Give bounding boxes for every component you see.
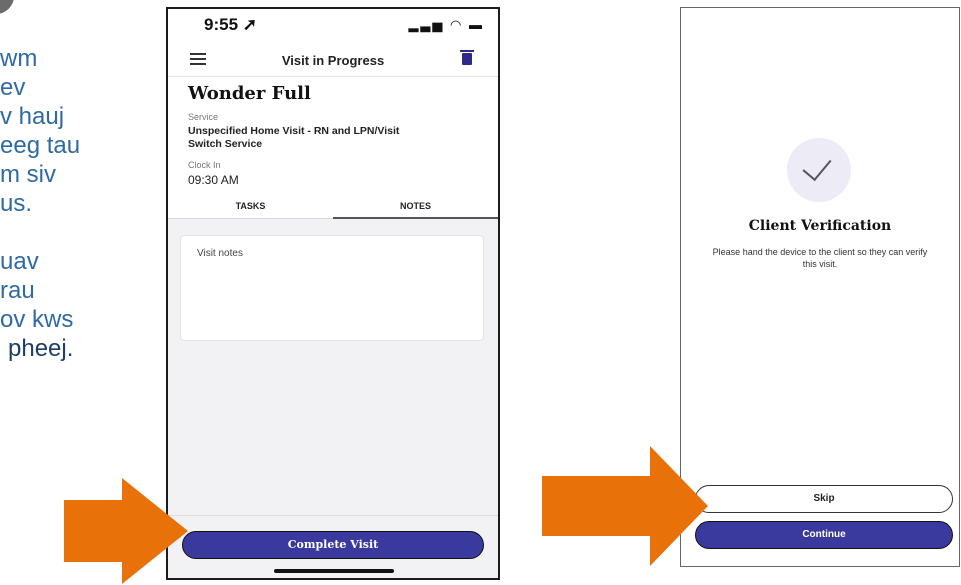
status-time: 9:55 ➚: [204, 15, 257, 34]
visit-notes-placeholder: Visit notes: [197, 248, 243, 259]
switch-service-link[interactable]: Switch Service: [188, 138, 488, 151]
slide-line: eeg tau: [0, 132, 81, 159]
arrow-right-icon: [64, 478, 188, 584]
arrow-right-icon: [542, 446, 708, 566]
home-indicator: [274, 569, 394, 573]
slide-line: rau: [0, 277, 35, 304]
trash-icon[interactable]: [460, 50, 474, 65]
verification-description: Please hand the device to the client so …: [712, 247, 928, 269]
clock-in-value: 09:30 AM: [188, 173, 239, 187]
tab-tasks[interactable]: TASKS: [168, 201, 333, 211]
phone-client-verification: Client Verification Please hand the devi…: [680, 7, 960, 567]
corner-dot: [0, 0, 14, 14]
slide-line: v hauj: [0, 103, 65, 130]
service-value: Unspecified Home Visit - RN and LPN/Visi…: [188, 125, 488, 151]
slide-line: m siv: [0, 161, 56, 188]
phone-visit-in-progress: 9:55 ➚ ▂▃▅ ◠ ▬ Visit in Progress Wonder …: [166, 7, 500, 580]
slide-line: us.: [0, 190, 33, 217]
slide-line-last: pheej.: [8, 335, 74, 362]
skip-button[interactable]: Skip: [695, 485, 953, 513]
visit-notes-input[interactable]: Visit notes: [180, 235, 484, 341]
continue-button[interactable]: Continue: [695, 521, 953, 549]
service-label: Service: [188, 112, 219, 122]
slide-line: wm: [0, 45, 38, 72]
checkmark-icon: [787, 138, 851, 202]
service-name: Unspecified Home Visit - RN and LPN/Visi…: [188, 125, 400, 137]
clock-in-label: Clock In: [188, 160, 221, 170]
status-bar: 9:55 ➚ ▂▃▅ ◠ ▬: [168, 9, 498, 39]
complete-visit-button[interactable]: Complete Visit: [182, 531, 484, 559]
nav-bar: Visit in Progress: [168, 43, 498, 77]
slide-line: ov kws: [0, 306, 74, 333]
client-name: Wonder Full: [188, 83, 311, 104]
verification-title: Client Verification: [748, 218, 892, 234]
tab-bar: TASKS NOTES: [168, 197, 498, 219]
slide-line: ev: [0, 74, 26, 101]
slide-line-blank: [0, 218, 140, 247]
notes-area: Visit notes Complete Visit: [168, 219, 498, 578]
status-icons: ▂▃▅ ◠ ▬: [408, 17, 484, 32]
slide-text: wm ev v hauj eeg tau m siv us. uav rau o…: [0, 44, 140, 363]
footer-divider: [168, 515, 498, 516]
tab-notes[interactable]: NOTES: [333, 201, 498, 211]
page-title: Visit in Progress: [281, 53, 385, 68]
slide-line: uav: [0, 248, 39, 275]
